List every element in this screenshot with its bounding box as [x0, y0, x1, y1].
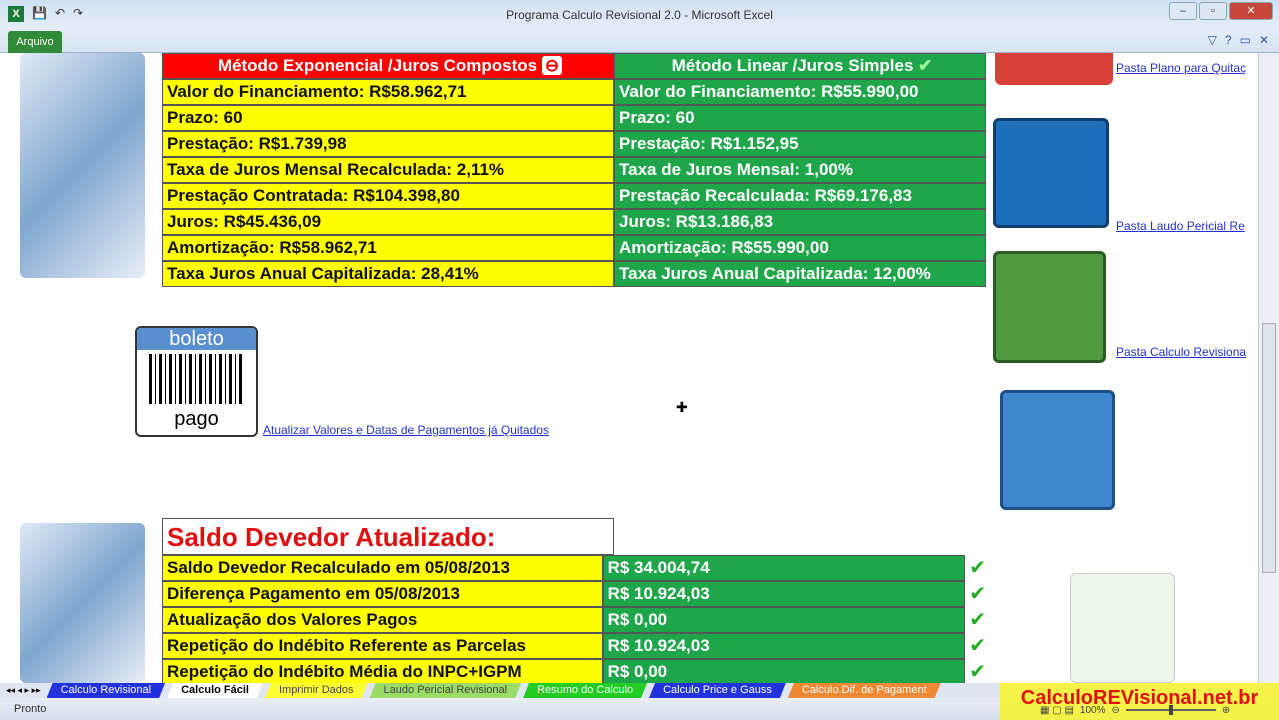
barcode-icon: [149, 354, 244, 404]
check-icon: ✔: [969, 583, 986, 605]
exp-cell[interactable]: Prestação Contratada: R$104.398,80: [162, 183, 614, 209]
check-icon: ✔: [918, 56, 933, 75]
lin-cell[interactable]: Amortização: R$55.990,00: [614, 235, 986, 261]
update-payments-link[interactable]: Atualizar Valores e Datas de Pagamentos …: [263, 423, 549, 437]
saldo-value[interactable]: R$ 0,00: [602, 607, 966, 633]
saldo-title: Saldo Devedor Atualizado:: [162, 518, 614, 555]
lin-cell[interactable]: Taxa Juros Anual Capitalizada: 12,00%: [614, 261, 986, 287]
sheet-tab[interactable]: Laudo Pericial Revisional: [370, 683, 522, 698]
exp-cell[interactable]: Prestação: R$1.739,98: [162, 131, 614, 157]
tab-nav-arrows[interactable]: ◂◂ ◂ ▸ ▸▸: [0, 685, 47, 696]
table-row: Repetição do Indébito Referente as Parce…: [162, 633, 986, 659]
zoom-slider[interactable]: [1125, 705, 1216, 715]
sheet-tab[interactable]: Imprimir Dados: [265, 683, 368, 698]
table-row: Saldo Devedor Recalculado em 05/08/2013 R…: [162, 555, 986, 581]
saldo-value[interactable]: R$ 10.924,03: [602, 581, 966, 607]
sheet-tab[interactable]: Calculo.Dif. de Pagament: [788, 683, 941, 698]
table-row: Taxa Juros Anual Capitalizada: 28,41% Tax…: [162, 261, 986, 287]
sheet-tabs: ◂◂ ◂ ▸ ▸▸ Calculo Revisional Calculo Fáci…: [0, 683, 1000, 698]
saldo-label[interactable]: Diferença Pagamento em 05/08/2013: [162, 581, 603, 607]
vertical-scrollbar[interactable]: [1258, 53, 1279, 683]
close-workbook-icon[interactable]: ✕: [1259, 33, 1269, 47]
window-title: Programa Calculo Revisional 2.0 - Micros…: [506, 8, 773, 22]
lin-cell[interactable]: Juros: R$13.186,83: [614, 209, 986, 235]
minus-icon: ⊖: [541, 56, 563, 75]
file-tab[interactable]: Arquivo: [8, 31, 62, 53]
table-row: Prazo: 60 Prazo: 60: [162, 105, 986, 131]
calculator-image: [20, 53, 145, 278]
table-row: Juros: R$45.436,09 Juros: R$13.186,83: [162, 209, 986, 235]
table-row: Prestação: R$1.739,98 Prestação: R$1.152,…: [162, 131, 986, 157]
save-edit-icon[interactable]: [1000, 390, 1115, 510]
exp-cell[interactable]: Amortização: R$58.962,71: [162, 235, 614, 261]
restore-icon[interactable]: ▭: [1240, 33, 1251, 47]
cabinet-icon[interactable]: [993, 251, 1106, 363]
ribbon-collapse-icon[interactable]: ▽: [1208, 33, 1217, 47]
zoom-in-button[interactable]: ⊕: [1222, 705, 1230, 716]
exp-cell[interactable]: Taxa Juros Anual Capitalizada: 28,41%: [162, 261, 614, 287]
briefcase-icon[interactable]: [993, 118, 1109, 228]
exp-cell[interactable]: Taxa de Juros Mensal Recalculada: 2,11%: [162, 157, 614, 183]
title-bar: X 💾 ↶ ↷ Programa Calculo Revisional 2.0 - M…: [0, 0, 1279, 30]
sheet-tab[interactable]: Calculo Revisional: [47, 683, 166, 698]
saldo-value[interactable]: R$ 0,00: [602, 659, 966, 683]
scrollbar-thumb[interactable]: [1262, 323, 1276, 573]
table-row: Valor do Financiamento: R$58.962,71 Valor…: [162, 79, 986, 105]
ribbon: Arquivo ▽? ▭ ✕: [0, 30, 1279, 53]
exp-cell[interactable]: Juros: R$45.436,09: [162, 209, 614, 235]
excel-sheet-image: [1070, 573, 1175, 683]
link-calculo-revisional[interactable]: Pasta Calculo Revisiona: [1116, 345, 1246, 359]
table-row: Repetição do Indébito Média do INPC+IGPM…: [162, 659, 986, 683]
check-icon: ✔: [969, 635, 986, 657]
saldo-value[interactable]: R$ 34.004,74: [602, 555, 966, 581]
close-button[interactable]: ✕: [1229, 2, 1273, 20]
lin-cell[interactable]: Valor do Financiamento: R$55.990,00: [614, 79, 986, 105]
comparison-table: Método Exponencial /Juros Compostos ⊖ Mét…: [162, 53, 986, 287]
zoom-controls: ▦ ▢ ▤ 100% ⊖ ⊕: [1040, 702, 1230, 718]
link-laudo-pericial[interactable]: Pasta Laudo Pericial Re: [1116, 219, 1245, 233]
red-folder-icon[interactable]: [995, 53, 1113, 85]
exp-cell[interactable]: Valor do Financiamento: R$58.962,71: [162, 79, 614, 105]
saldo-label[interactable]: Saldo Devedor Recalculado em 05/08/2013: [162, 555, 603, 581]
lin-cell[interactable]: Taxa de Juros Mensal: 1,00%: [614, 157, 986, 183]
status-ready: Pronto: [14, 703, 47, 715]
table-row: Taxa de Juros Mensal Recalculada: 2,11% T…: [162, 157, 986, 183]
saldo-table: Saldo Devedor Atualizado: Saldo Devedor …: [162, 518, 986, 683]
help-icon[interactable]: ?: [1225, 33, 1232, 47]
sheet-tab[interactable]: Resumo do Calculo: [523, 683, 647, 698]
table-row: Prestação Contratada: R$104.398,80 Presta…: [162, 183, 986, 209]
check-icon: ✔: [969, 557, 986, 579]
lin-header: Método Linear /Juros Simples ✔: [614, 53, 986, 79]
calculator-image-2: [20, 523, 145, 683]
boleto-pago-icon[interactable]: boleto pago: [135, 326, 258, 437]
sheet-tab[interactable]: Calculo Fácil: [167, 683, 263, 698]
exp-cell[interactable]: Prazo: 60: [162, 105, 614, 131]
worksheet[interactable]: Método Exponencial /Juros Compostos ⊖ Mét…: [0, 53, 1258, 683]
link-plano-quitacao[interactable]: Pasta Plano para Quitaç: [1116, 61, 1246, 75]
lin-cell[interactable]: Prestação Recalculada: R$69.176,83: [614, 183, 986, 209]
saldo-value[interactable]: R$ 10.924,03: [602, 633, 966, 659]
minimize-button[interactable]: –: [1169, 2, 1197, 20]
zoom-level[interactable]: 100%: [1080, 705, 1106, 716]
lin-cell[interactable]: Prestação: R$1.152,95: [614, 131, 986, 157]
view-buttons-icon[interactable]: ▦ ▢ ▤: [1040, 705, 1074, 716]
table-row: Atualização dos Valores Pagos R$ 0,00 ✔: [162, 607, 986, 633]
saldo-label[interactable]: Repetição do Indébito Média do INPC+IGPM: [162, 659, 603, 683]
table-row: Amortização: R$58.962,71 Amortização: R$5…: [162, 235, 986, 261]
cursor-icon: ✚: [676, 399, 688, 415]
sheet-tab[interactable]: Calculo Price e Gauss: [649, 683, 786, 698]
saldo-label[interactable]: Repetição do Indébito Referente as Parce…: [162, 633, 603, 659]
lin-cell[interactable]: Prazo: 60: [614, 105, 986, 131]
check-icon: ✔: [969, 609, 986, 631]
exp-header: Método Exponencial /Juros Compostos ⊖: [162, 53, 614, 79]
check-icon: ✔: [969, 661, 986, 683]
maximize-button[interactable]: ▫: [1199, 2, 1227, 20]
zoom-out-button[interactable]: ⊖: [1111, 705, 1119, 716]
table-row: Diferença Pagamento em 05/08/2013 R$ 10.9…: [162, 581, 986, 607]
saldo-label[interactable]: Atualização dos Valores Pagos: [162, 607, 603, 633]
